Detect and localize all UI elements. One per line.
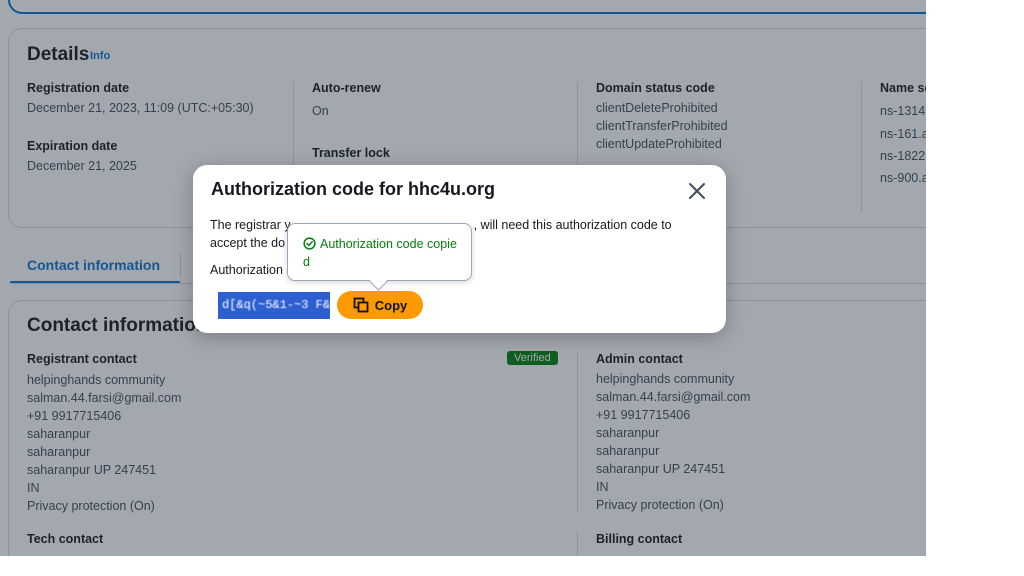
copy-button[interactable]: Copy: [337, 291, 423, 319]
close-icon: [689, 183, 705, 199]
popover-message: Authorization code copied: [303, 235, 463, 271]
close-button[interactable]: [685, 179, 709, 203]
authorization-code-label: Authorization: [210, 263, 283, 277]
authorization-code-value[interactable]: d[&q(~5&1-~3 F&\: [218, 292, 330, 319]
modal-description-part: accept the do: [210, 236, 286, 250]
modal-description-part: The registrar y: [210, 218, 291, 232]
copy-button-label: Copy: [374, 297, 408, 313]
modal-title: Authorization code for hhc4u.org: [211, 179, 495, 199]
authorization-code-text: d[&q(~5&1-~3 F&\: [222, 298, 330, 312]
modal-description-part: , will need this authorization code to: [473, 218, 672, 232]
success-check-icon: [303, 237, 316, 250]
copied-popover: Authorization code copied: [287, 223, 472, 291]
copy-icon: [353, 297, 369, 313]
popover-text: Authorization code copied: [303, 237, 457, 269]
